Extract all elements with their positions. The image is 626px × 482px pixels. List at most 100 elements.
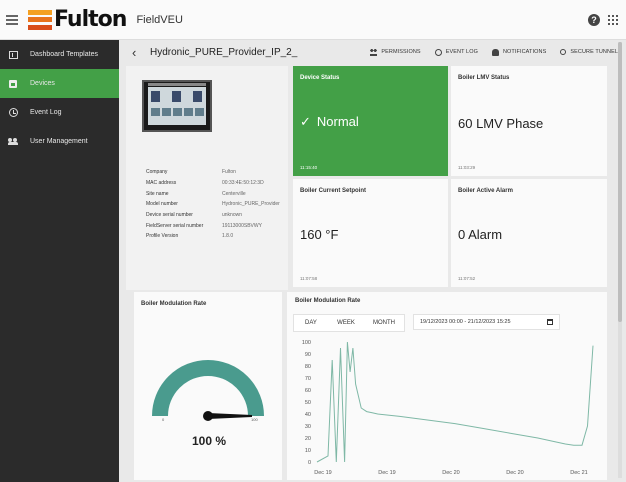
permissions-button[interactable]: PERMISSIONS: [370, 48, 421, 56]
action-bar: PERMISSIONS EVENT LOG NOTIFICATIONS SECU…: [356, 41, 618, 63]
y-tick-label: 20: [305, 436, 311, 442]
gauge-value: 100 %: [192, 434, 227, 448]
device-info-row: Company Fulton: [146, 167, 286, 178]
y-tick-label: 100: [302, 340, 311, 346]
y-tick-label: 0: [308, 460, 311, 466]
card-value: 60 LMV Phase: [458, 116, 544, 131]
y-tick-label: 90: [305, 352, 311, 358]
x-tick-label: Dec 19: [314, 470, 331, 476]
modulation-trend-card: Boiler Modulation Rate DAY WEEK MONTH 19…: [287, 292, 607, 480]
event-log-button[interactable]: EVENT LOG: [434, 48, 478, 56]
top-bar: Fulton FieldVEU ?: [0, 0, 626, 40]
current-setpoint-card: Boiler Current Setpoint 160 °F 11:07:58: [293, 179, 448, 287]
y-tick-label: 50: [305, 400, 311, 406]
y-tick-label: 30: [305, 424, 311, 430]
info-value: 00:33:4E:50:12:3D: [222, 180, 264, 187]
card-timestamp: 11:15:40: [300, 165, 318, 170]
chart-title: Boiler Modulation Rate: [295, 298, 361, 304]
back-arrow-icon[interactable]: ‹: [132, 46, 144, 59]
info-value: Centerville: [222, 190, 246, 197]
device-info-row: Model number Hydronic_PURE_Provider: [146, 199, 286, 210]
range-button-week[interactable]: WEEK: [328, 315, 364, 331]
notifications-button[interactable]: NOTIFICATIONS: [491, 48, 547, 56]
permissions-label: PERMISSIONS: [381, 49, 421, 55]
gauge-hub: [203, 411, 213, 421]
history-icon: [8, 108, 18, 118]
page-scrollbar[interactable]: [618, 42, 622, 478]
card-value: 160 °F: [300, 227, 339, 242]
check-icon: ✓: [300, 114, 311, 129]
sidebar-item-label: Dashboard Templates: [30, 51, 98, 58]
gauge-arc: [152, 360, 264, 417]
fulton-logo[interactable]: Fulton: [28, 7, 127, 32]
lmv-status-card: Boiler LMV Status 60 LMV Phase 11:03:29: [451, 66, 607, 176]
y-tick-label: 10: [305, 448, 311, 454]
card-value: 0 Alarm: [458, 227, 503, 242]
apps-grid-icon[interactable]: [608, 15, 618, 25]
range-button-month[interactable]: MONTH: [364, 315, 404, 331]
sidebar-item-label: Event Log: [30, 109, 62, 116]
modulation-line-chart: 0 10 20 30 40 50 60 70 80 90 100 Dec 19 Dec 19 Dec 20…: [302, 340, 594, 476]
device-info-row: FieldServer serial number 19113000SBVWY: [146, 220, 286, 231]
sidebar-item-user-management[interactable]: User Management: [0, 127, 119, 156]
y-tick-label: 40: [305, 412, 311, 418]
card-title: Boiler LMV Status: [458, 75, 510, 81]
notifications-label: NOTIFICATIONS: [502, 49, 547, 55]
menu-icon[interactable]: [6, 14, 18, 25]
modulation-series-line: [316, 341, 594, 463]
help-icon[interactable]: ?: [588, 14, 600, 26]
users-icon: [8, 137, 18, 147]
sidebar-item-event-log[interactable]: Event Log: [0, 98, 119, 127]
app-name: FieldVEU: [136, 13, 183, 26]
x-tick-label: Dec 20: [506, 470, 523, 476]
y-tick-label: 70: [305, 376, 311, 382]
info-value: unknown: [222, 212, 243, 219]
people-icon: [370, 48, 378, 56]
modulation-gauge-card: Boiler Modulation Rate 0 100 100 %: [134, 292, 282, 480]
device-info-panel: Company Fulton MAC address 00:33:4E:50:12:3…: [126, 66, 288, 290]
info-label: Site name: [146, 190, 169, 197]
card-value: ✓ Normal: [300, 114, 359, 130]
info-label: FieldServer serial number: [146, 222, 204, 229]
sidebar-item-devices[interactable]: Devices: [0, 69, 119, 98]
key-icon: [560, 49, 567, 55]
secure-tunnel-label: SECURE TUNNEL: [570, 49, 618, 55]
calendar-icon[interactable]: [547, 319, 553, 325]
status-text: Normal: [316, 114, 359, 129]
info-value: Fulton: [222, 169, 236, 176]
bell-icon: [491, 48, 499, 56]
range-button-group: DAY WEEK MONTH: [293, 314, 405, 332]
card-title: Boiler Modulation Rate: [141, 301, 207, 307]
content-header: ‹ Hydronic_PURE_Provider_IP_2_ PERMISSIO…: [126, 41, 618, 63]
card-timestamp: 11:07:52: [458, 276, 476, 281]
info-value: 19113000SBVWY: [222, 222, 262, 229]
event-log-label: EVENT LOG: [445, 49, 478, 55]
device-info-row: Device serial number unknown: [146, 210, 286, 221]
sidebar-item-dashboard-templates[interactable]: Dashboard Templates: [0, 40, 119, 69]
date-range-input[interactable]: 19/12/2023 00:00 - 21/12/2023 15:25: [413, 314, 560, 330]
device-info-row: MAC address 00:33:4E:50:12:3D: [146, 178, 286, 189]
sidebar-item-label: Devices: [30, 80, 55, 87]
info-value: 1.8.0: [222, 233, 234, 240]
active-alarm-card: Boiler Active Alarm 0 Alarm 11:07:52: [451, 179, 607, 287]
brand-name: Fulton: [54, 7, 127, 32]
card-title: Boiler Current Setpoint: [300, 188, 367, 194]
device-image: [142, 80, 212, 132]
modulation-gauge: [152, 360, 264, 421]
dashboard-icon: [8, 50, 18, 60]
secure-tunnel-button[interactable]: SECURE TUNNEL: [560, 49, 618, 55]
device-info-row: Profile Version 1.8.0: [146, 231, 286, 242]
device-status-card: Device Status ✓ Normal 11:15:40: [293, 66, 448, 176]
device-info-row: Site name Centerville: [146, 188, 286, 199]
device-icon: [8, 79, 18, 89]
x-tick-label: Dec 19: [378, 470, 395, 476]
card-title: Device Status: [300, 75, 340, 81]
card-title: Boiler Active Alarm: [458, 188, 513, 194]
info-label: Model number: [146, 201, 178, 208]
sidebar: Dashboard Templates Devices Event Log Us…: [0, 40, 119, 482]
range-button-day[interactable]: DAY: [294, 315, 328, 331]
x-tick-label: Dec 20: [442, 470, 459, 476]
history-icon: [434, 48, 442, 56]
scrollbar-thumb[interactable]: [618, 42, 622, 322]
info-label: MAC address: [146, 180, 177, 187]
